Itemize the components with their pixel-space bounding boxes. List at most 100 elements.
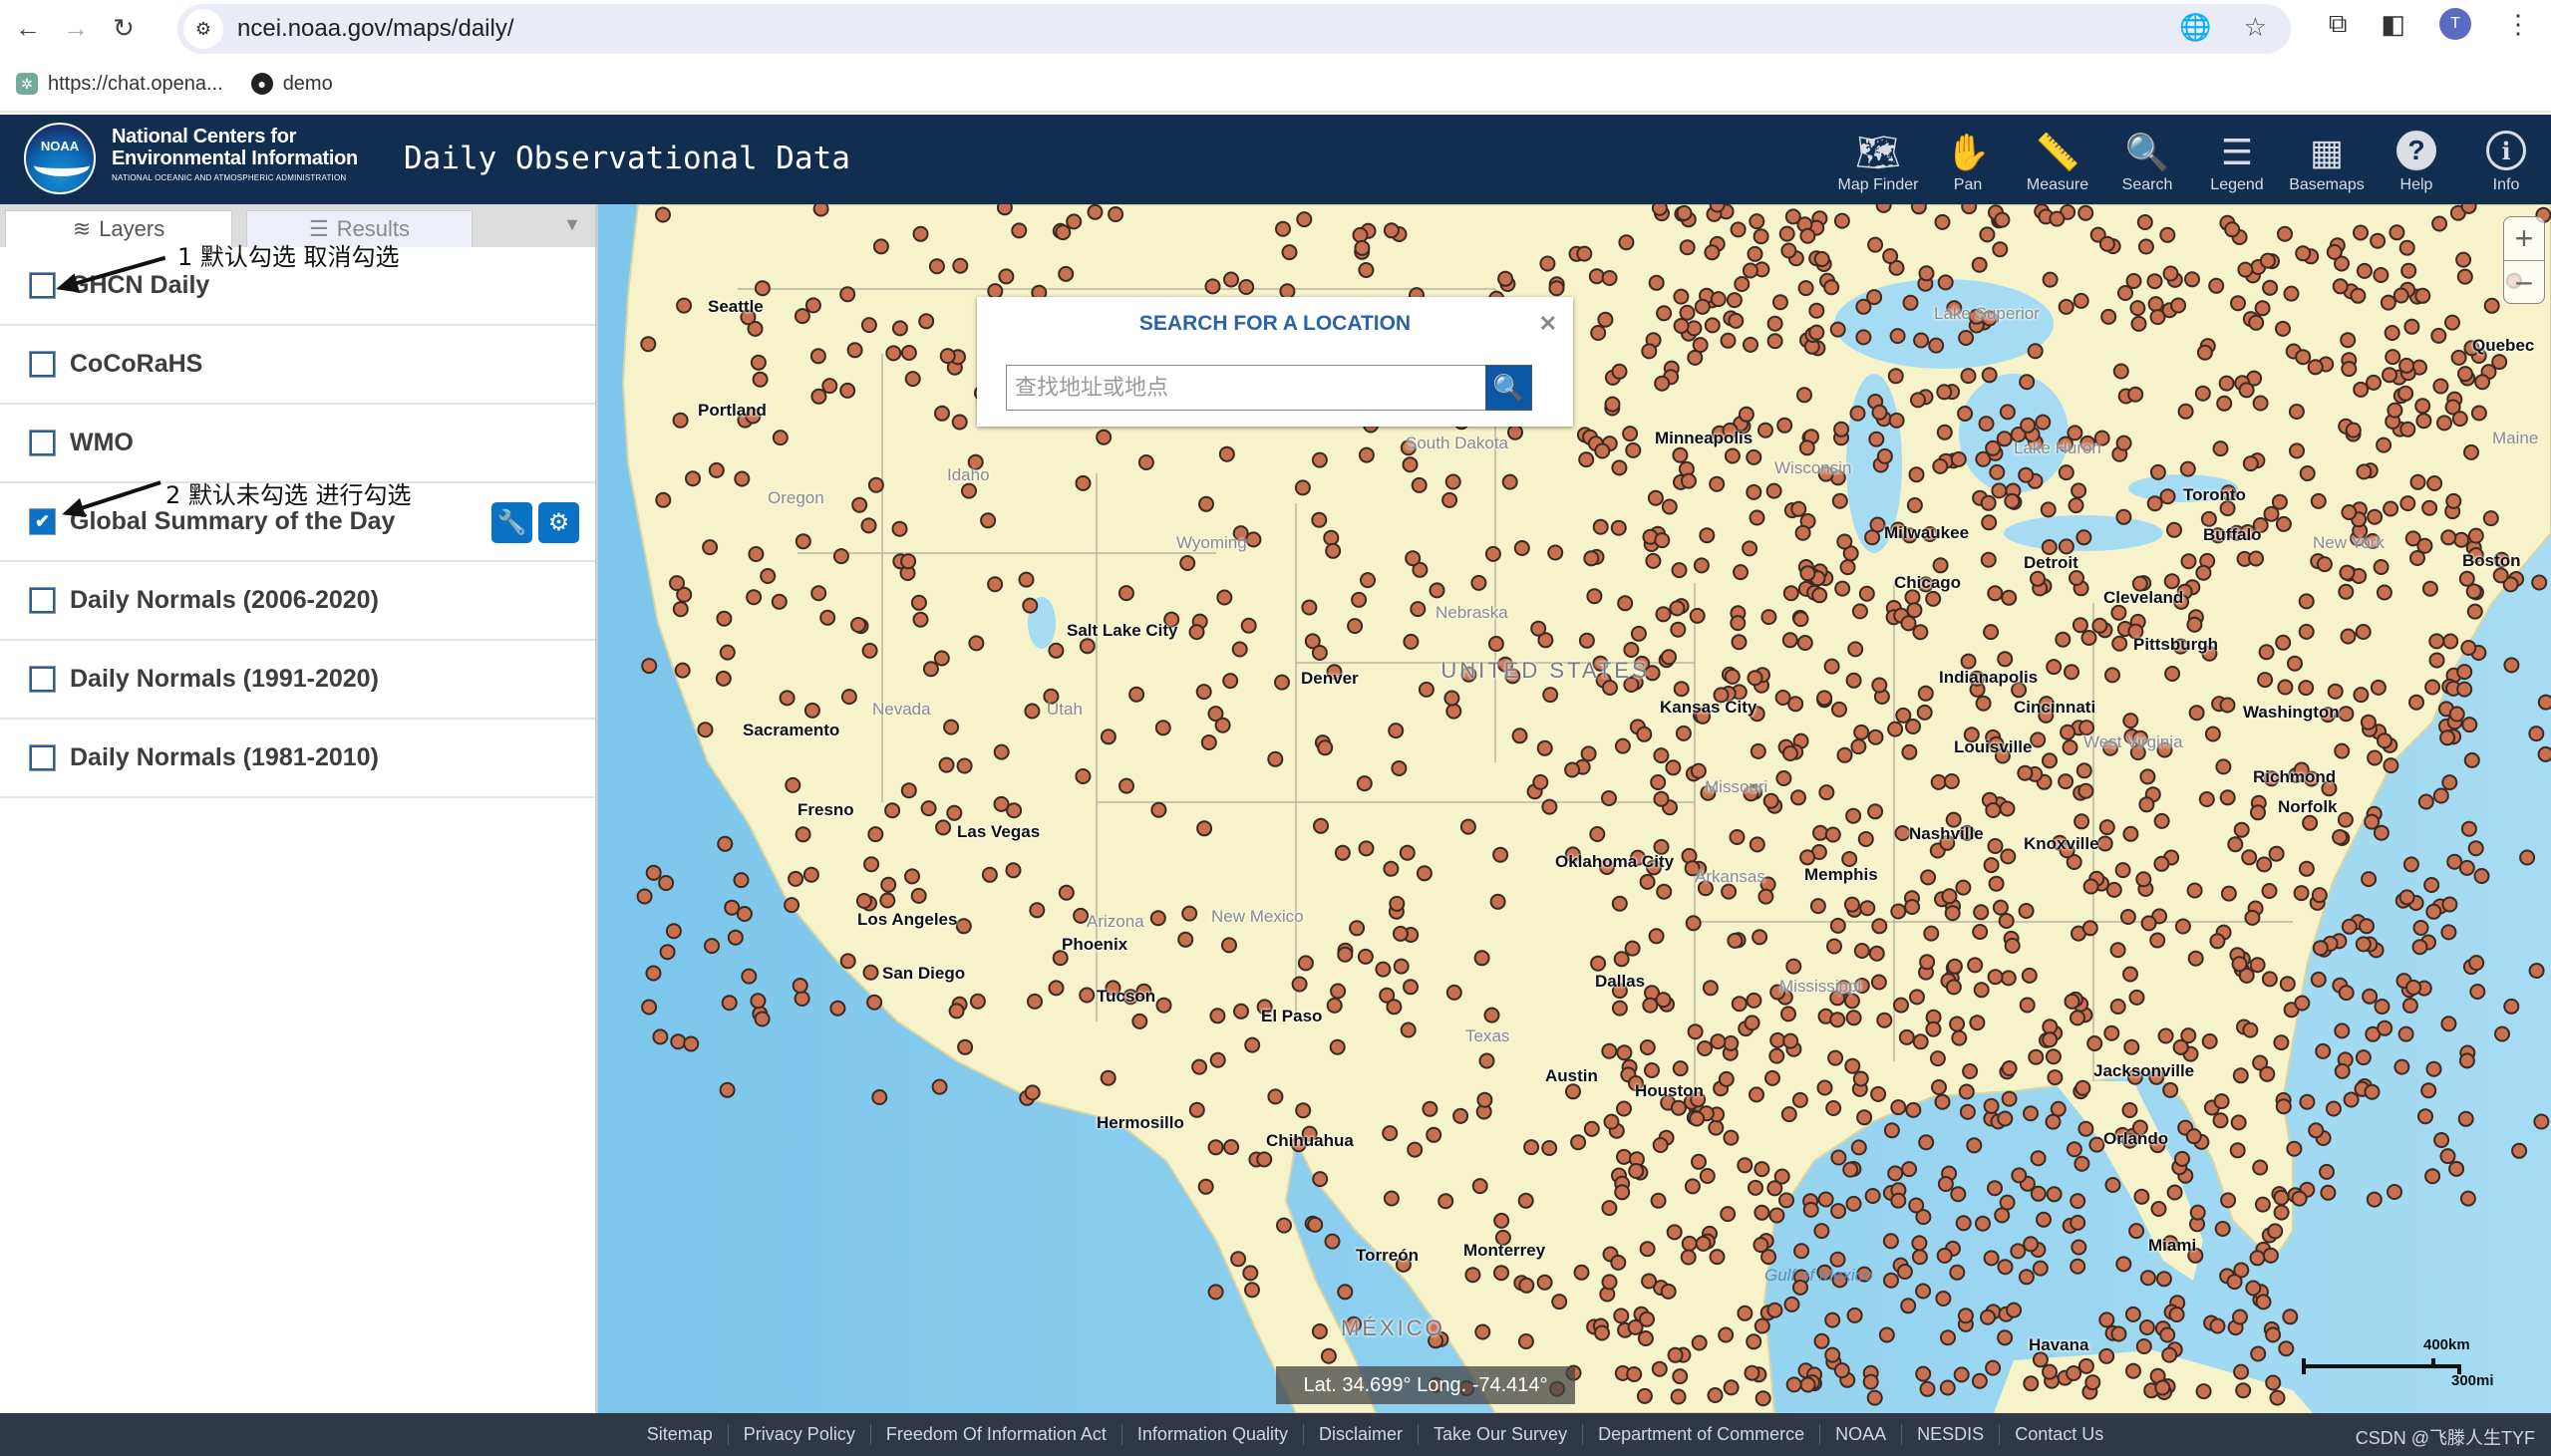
station-marker[interactable] <box>1780 242 1797 259</box>
station-marker[interactable] <box>1611 459 1628 476</box>
station-marker[interactable] <box>1744 1364 1760 1381</box>
station-marker[interactable] <box>1601 1274 1618 1291</box>
station-marker[interactable] <box>1843 896 1860 913</box>
station-marker[interactable] <box>1636 726 1653 742</box>
station-marker[interactable] <box>2356 463 2373 480</box>
station-marker[interactable] <box>1959 1103 1976 1120</box>
station-marker[interactable] <box>2377 1019 2393 1036</box>
station-marker[interactable] <box>1967 957 1984 974</box>
station-marker[interactable] <box>1889 328 1906 345</box>
station-marker[interactable] <box>1957 406 1974 422</box>
station-marker[interactable] <box>1869 516 1886 533</box>
station-marker[interactable] <box>1570 1134 1587 1151</box>
station-marker[interactable] <box>969 993 986 1010</box>
station-marker[interactable] <box>1988 875 2005 892</box>
station-marker[interactable] <box>1900 1298 1917 1314</box>
station-marker[interactable] <box>2460 820 2477 837</box>
station-marker[interactable] <box>1746 1333 1762 1350</box>
station-marker[interactable] <box>2023 1236 2040 1253</box>
station-marker[interactable] <box>2440 529 2457 546</box>
station-marker[interactable] <box>1128 686 1145 703</box>
station-marker[interactable] <box>1953 1366 1970 1383</box>
station-marker[interactable] <box>1294 479 1311 496</box>
station-marker[interactable] <box>1782 1032 1799 1049</box>
station-marker[interactable] <box>1029 902 1046 919</box>
station-marker[interactable] <box>2361 871 2378 888</box>
station-marker[interactable] <box>928 258 945 275</box>
basemap[interactable] <box>598 204 2551 1413</box>
station-marker[interactable] <box>2042 752 2058 769</box>
station-marker[interactable] <box>2017 764 2034 781</box>
station-marker[interactable] <box>2353 687 2370 704</box>
station-marker[interactable] <box>1337 946 1354 963</box>
station-marker[interactable] <box>2432 378 2449 395</box>
station-marker[interactable] <box>697 722 714 738</box>
station-marker[interactable] <box>2275 1098 2292 1115</box>
zoom-out-button[interactable]: − <box>2504 261 2544 305</box>
station-marker[interactable] <box>1551 1294 1568 1310</box>
station-marker[interactable] <box>1887 368 1904 385</box>
station-marker[interactable] <box>1197 1178 1214 1195</box>
station-marker[interactable] <box>871 1089 888 1105</box>
station-marker[interactable] <box>1876 447 1893 464</box>
station-marker[interactable] <box>1940 1329 1956 1346</box>
station-marker[interactable] <box>1980 1309 1996 1325</box>
station-marker[interactable] <box>1798 439 1815 456</box>
station-marker[interactable] <box>1932 557 1949 574</box>
station-marker[interactable] <box>727 929 744 946</box>
station-marker[interactable] <box>2235 1382 2252 1399</box>
station-marker[interactable] <box>1242 1265 1259 1282</box>
station-marker[interactable] <box>2088 1136 2105 1153</box>
station-marker[interactable] <box>2245 1280 2262 1297</box>
station-marker[interactable] <box>1311 645 1328 661</box>
layer-checkbox[interactable] <box>29 351 56 378</box>
station-marker[interactable] <box>2298 860 2315 877</box>
station-marker[interactable] <box>1601 270 1618 286</box>
station-marker[interactable] <box>904 371 921 388</box>
station-marker[interactable] <box>1196 820 1213 837</box>
station-marker[interactable] <box>2327 683 2344 700</box>
station-marker[interactable] <box>829 1000 846 1017</box>
station-marker[interactable] <box>2414 287 2431 304</box>
station-marker[interactable] <box>2426 475 2443 491</box>
station-marker[interactable] <box>655 491 672 508</box>
station-marker[interactable] <box>2019 374 2036 391</box>
station-marker[interactable] <box>1275 220 1291 237</box>
station-marker[interactable] <box>2170 297 2187 314</box>
station-marker[interactable] <box>2456 664 2473 681</box>
station-marker[interactable] <box>1898 1028 1915 1045</box>
station-marker[interactable] <box>1245 531 1262 548</box>
station-marker[interactable] <box>1588 268 1605 285</box>
station-marker[interactable] <box>1955 1215 1972 1232</box>
station-marker[interactable] <box>669 575 685 592</box>
station-marker[interactable] <box>2098 1311 2115 1328</box>
station-marker[interactable] <box>1773 1168 1790 1185</box>
station-marker[interactable] <box>1445 703 1462 720</box>
station-marker[interactable] <box>1360 572 1376 589</box>
station-marker[interactable] <box>1207 1284 1224 1301</box>
station-marker[interactable] <box>2130 315 2147 332</box>
station-marker[interactable] <box>1743 336 1758 353</box>
station-marker[interactable] <box>2164 666 2181 682</box>
station-marker[interactable] <box>2469 984 2486 1000</box>
station-marker[interactable] <box>2075 762 2092 779</box>
station-marker[interactable] <box>839 953 856 970</box>
station-marker[interactable] <box>1829 917 1846 934</box>
station-marker[interactable] <box>840 689 857 706</box>
station-marker[interactable] <box>2384 325 2400 341</box>
tool-map-finder[interactable]: 🗺 Map Finder <box>1833 115 1923 204</box>
station-marker[interactable] <box>2133 1188 2150 1205</box>
station-marker[interactable] <box>2373 559 2390 575</box>
station-marker[interactable] <box>2077 1120 2094 1137</box>
station-marker[interactable] <box>2277 679 2294 696</box>
station-marker[interactable] <box>2252 395 2269 412</box>
station-marker[interactable] <box>1937 274 1954 291</box>
station-marker[interactable] <box>1326 997 1343 1014</box>
station-marker[interactable] <box>1058 884 1075 901</box>
station-marker[interactable] <box>1730 615 1747 632</box>
station-marker[interactable] <box>2000 970 2017 987</box>
station-marker[interactable] <box>2334 742 2351 759</box>
station-marker[interactable] <box>1987 1180 2003 1197</box>
station-marker[interactable] <box>2018 466 2035 483</box>
station-marker[interactable] <box>2428 633 2445 650</box>
